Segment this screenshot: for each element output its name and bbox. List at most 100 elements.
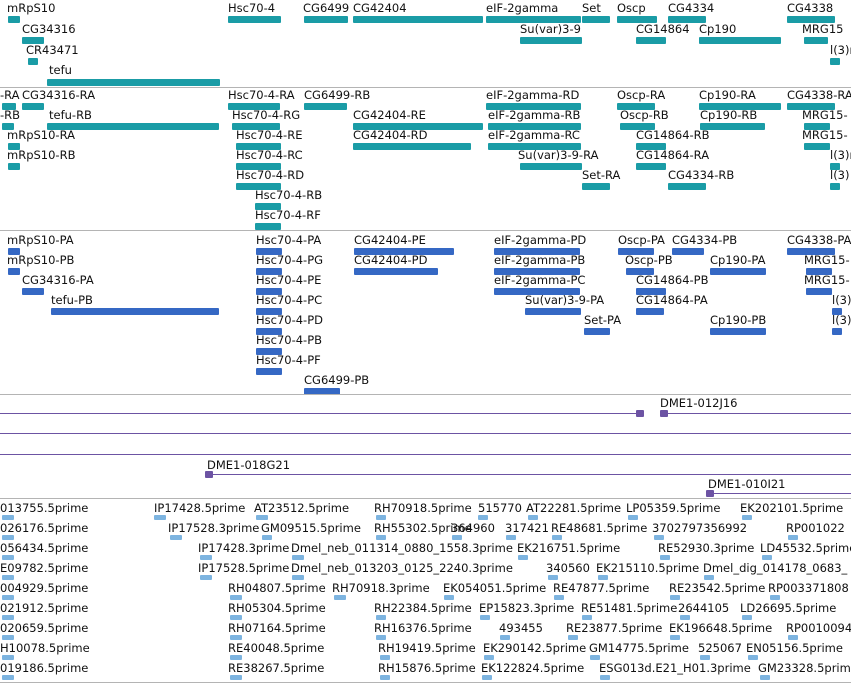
est-bar[interactable] — [170, 535, 182, 540]
protein-label[interactable]: CG14864-PA — [636, 293, 708, 307]
est-bar[interactable] — [292, 575, 304, 580]
protein-label[interactable]: l(3) — [832, 313, 851, 327]
clone-line[interactable] — [708, 493, 851, 494]
gene-bar[interactable] — [520, 37, 582, 44]
protein-bar[interactable] — [710, 268, 766, 275]
protein-bar[interactable] — [51, 308, 219, 315]
transcript-label[interactable]: CG34316-RA — [22, 88, 95, 102]
est-bar[interactable] — [528, 515, 538, 520]
protein-bar[interactable] — [256, 368, 282, 375]
gene-label[interactable]: MRG15 — [802, 22, 843, 36]
gene-label[interactable]: Cp190 — [699, 22, 736, 36]
est-label[interactable]: RE23542.5prime — [669, 581, 765, 595]
est-bar[interactable] — [770, 595, 780, 600]
est-bar[interactable] — [154, 515, 166, 520]
est-label[interactable]: EK122824.5prime — [481, 661, 584, 675]
protein-label[interactable]: Su(var)3-9-PA — [525, 293, 604, 307]
transcript-label[interactable]: Cp190-RB — [700, 108, 757, 122]
clone-arrow[interactable] — [205, 471, 213, 478]
est-bar[interactable] — [2, 555, 14, 560]
gene-bar[interactable] — [804, 37, 828, 44]
est-label[interactable]: EK054051.5prime — [443, 581, 546, 595]
est-label[interactable]: 026176.5prime — [0, 521, 88, 535]
est-label[interactable]: RE23877.5prime — [566, 621, 662, 635]
est-bar[interactable] — [200, 575, 212, 580]
gene-label[interactable]: Su(var)3-9 — [520, 22, 581, 36]
est-label[interactable]: 021912.5prime — [0, 601, 88, 615]
est-bar[interactable] — [654, 535, 664, 540]
protein-label[interactable]: mRpS10-PB — [7, 253, 74, 267]
est-bar[interactable] — [2, 635, 14, 640]
est-bar[interactable] — [742, 615, 752, 620]
est-label[interactable]: RE52930.3prime — [658, 541, 754, 555]
protein-label[interactable]: CG4338-PA — [787, 233, 851, 247]
transcript-label[interactable]: Hsc70-4-RF — [255, 208, 321, 222]
est-label[interactable]: RH05304.5prime — [228, 601, 326, 615]
est-bar[interactable] — [376, 515, 386, 520]
protein-label[interactable]: Hsc70-4-PB — [256, 333, 322, 347]
protein-bar[interactable] — [584, 328, 610, 335]
protein-bar[interactable] — [525, 308, 581, 315]
est-bar[interactable] — [598, 575, 608, 580]
protein-bar[interactable] — [806, 288, 832, 295]
transcript-bar[interactable] — [582, 183, 610, 190]
est-bar[interactable] — [670, 595, 680, 600]
est-bar[interactable] — [230, 655, 242, 660]
clone-line[interactable] — [660, 413, 851, 414]
transcript-label[interactable]: mRpS10-RA — [7, 128, 75, 142]
est-label[interactable]: GM23328.5prime — [758, 661, 851, 675]
est-bar[interactable] — [230, 615, 242, 620]
transcript-label[interactable]: Hsc70-4-RG — [232, 108, 300, 122]
est-label[interactable]: EN05156.5prime — [746, 641, 843, 655]
est-bar[interactable] — [2, 615, 14, 620]
est-label[interactable]: E09782.5prime — [0, 561, 88, 575]
gene-label[interactable]: tefu — [49, 63, 72, 77]
est-bar[interactable] — [2, 675, 14, 680]
est-label[interactable]: RE38267.5prime — [228, 661, 324, 675]
transcript-bar[interactable] — [353, 143, 471, 150]
est-label[interactable]: RE40048.5prime — [228, 641, 324, 655]
est-label[interactable]: 515770 — [478, 501, 522, 515]
est-label[interactable]: GM09515.5prime — [261, 521, 361, 535]
est-label[interactable]: IP17528.5prime — [198, 561, 289, 575]
est-bar[interactable] — [480, 615, 490, 620]
clone-line[interactable] — [0, 454, 851, 455]
gene-bar[interactable] — [47, 79, 220, 86]
est-label[interactable]: 493455 — [499, 621, 543, 635]
transcript-bar[interactable] — [520, 163, 582, 170]
gene-label[interactable]: Hsc70-4 — [228, 1, 275, 15]
est-label[interactable]: AT22281.5prime — [526, 501, 621, 515]
transcript-label[interactable]: Hsc70-4-RD — [236, 168, 304, 182]
est-bar[interactable] — [628, 515, 638, 520]
est-label[interactable]: RH15876.5prime — [378, 661, 476, 675]
est-label[interactable]: 340560 — [546, 561, 590, 575]
est-label[interactable]: 013755.5prime — [0, 501, 88, 515]
est-bar[interactable] — [482, 675, 492, 680]
est-label[interactable]: RH70918.5prime — [374, 501, 472, 515]
protein-label[interactable]: Hsc70-4-PG — [256, 253, 323, 267]
est-label[interactable]: LD26695.5prime — [740, 601, 836, 615]
transcript-label[interactable]: eIF-2gamma-RD — [486, 88, 579, 102]
transcript-label[interactable]: MRG15- — [802, 108, 848, 122]
transcript-bar[interactable] — [304, 103, 347, 110]
est-label[interactable]: EK202101.5prime — [740, 501, 843, 515]
transcript-label[interactable]: l(3) — [830, 168, 850, 182]
protein-label[interactable]: Cp190-PA — [710, 253, 766, 267]
est-label[interactable]: IP17428.5prime — [154, 501, 245, 515]
est-bar[interactable] — [600, 675, 610, 680]
transcript-label[interactable]: CG4338-RA — [787, 88, 851, 102]
transcript-label[interactable]: CG6499-RB — [304, 88, 370, 102]
gene-bar[interactable] — [8, 16, 20, 23]
transcript-bar[interactable] — [804, 143, 830, 150]
gene-label[interactable]: Oscp — [617, 1, 646, 15]
protein-label[interactable]: Oscp-PB — [625, 253, 673, 267]
est-bar[interactable] — [380, 675, 390, 680]
est-bar[interactable] — [680, 615, 690, 620]
est-bar[interactable] — [760, 675, 770, 680]
est-label[interactable]: EK216751.5prime — [517, 541, 620, 555]
protein-label[interactable]: Hsc70-4-PA — [256, 233, 321, 247]
est-label[interactable]: IP17528.3prime — [168, 521, 259, 535]
gene-label[interactable]: eIF-2gamma — [486, 1, 558, 15]
est-label[interactable]: 525067 — [698, 641, 742, 655]
est-label[interactable]: EK215110.5prime — [596, 561, 699, 575]
